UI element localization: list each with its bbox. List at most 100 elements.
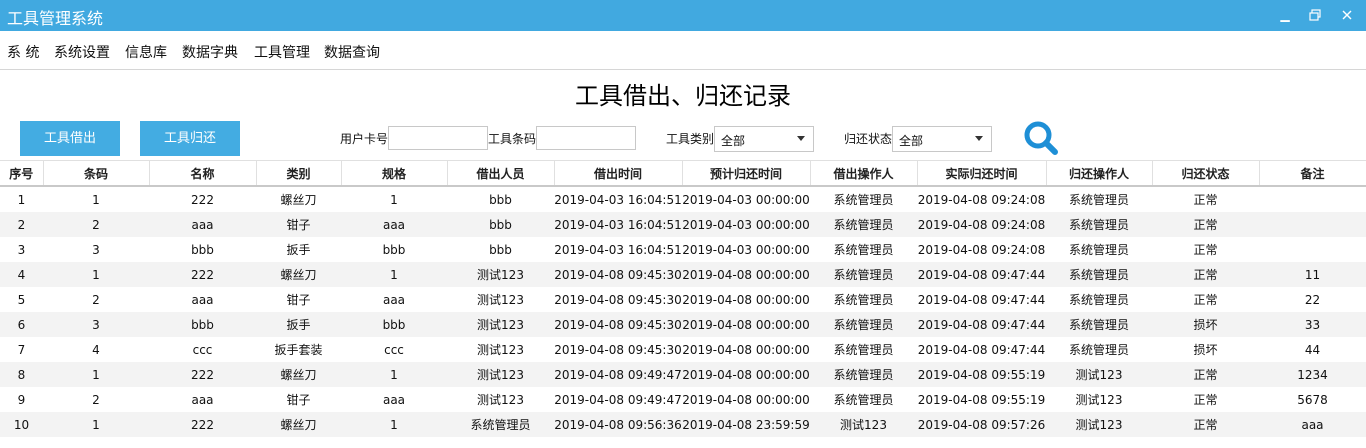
table-row[interactable]: 3 3 bbb 扳手 bbb bbb 2019-04-03 16:04:51 2019-04-…	[0, 237, 1366, 262]
category-select[interactable]: 全部	[714, 126, 814, 152]
table-cell: 系统管理员	[447, 412, 554, 437]
table-cell: 1	[341, 362, 447, 387]
table-cell: 正常	[1193, 293, 1218, 307]
close-icon[interactable]	[1338, 6, 1356, 24]
table-cell: 1	[341, 262, 447, 287]
table-cell: 2019-04-03 16:04:51	[554, 212, 682, 237]
table-cell: 2019-04-03 00:00:00	[682, 242, 810, 257]
category-label: 工具类别	[666, 132, 715, 146]
table-cell: 系统管理员	[1046, 312, 1152, 337]
table-row[interactable]: 1 1 222 螺丝刀 1 bbb 2019-04-03 16:04:51 2019-04-0…	[0, 186, 1366, 212]
card-label: 用户卡号	[340, 132, 389, 146]
col-header-barcode[interactable]: 条码	[43, 160, 150, 187]
table-cell: 2019-04-08 00:00:00	[682, 292, 810, 307]
col-header-name[interactable]: 名称	[149, 160, 257, 187]
col-header-expected-return[interactable]: 预计归还时间	[682, 160, 811, 187]
table-row[interactable]: 10 1 222 螺丝刀 1 系统管理员 2019-04-08 09:56:36 2019-0…	[0, 412, 1366, 437]
table-row[interactable]: 7 4 ccc 扳手套装 ccc 测试123 2019-04-08 09:45:30 2019…	[0, 337, 1366, 362]
menu-data-query[interactable]: 数据查询	[324, 42, 380, 62]
table-cell: 正常	[1193, 393, 1218, 407]
col-header-remark[interactable]: 备注	[1259, 160, 1366, 187]
table-cell: bbb	[447, 212, 554, 237]
table-row[interactable]: 8 1 222 螺丝刀 1 测试123 2019-04-08 09:49:47 2019-04…	[0, 362, 1366, 387]
page-title: 工具借出、归还记录	[575, 82, 791, 110]
barcode-label: 工具条码	[488, 132, 537, 146]
table-cell: 系统管理员	[810, 262, 917, 287]
table-cell: bbb	[382, 242, 406, 257]
table-cell: 系统管理员	[833, 293, 894, 307]
table-cell: 2019-04-08 00:00:00	[682, 312, 810, 337]
table-cell: 2019-04-08 00:00:00	[682, 262, 810, 287]
table-cell: 2019-04-03 00:00:00	[682, 212, 810, 237]
col-header-return-status[interactable]: 归还状态	[1152, 160, 1260, 187]
table-cell: aaa	[191, 292, 214, 307]
table-cell: 螺丝刀	[256, 362, 341, 387]
table-cell: 3	[92, 242, 100, 257]
table-cell: 2	[43, 212, 149, 237]
table-cell: 测试123	[1075, 393, 1123, 407]
table-cell: 1	[43, 262, 149, 287]
table-cell: bbb	[489, 192, 512, 207]
table-cell: 正常	[1193, 193, 1218, 207]
col-header-borrower[interactable]: 借出人员	[447, 160, 555, 187]
table-cell: 钳子	[286, 293, 311, 307]
table-cell: ccc	[192, 342, 213, 357]
table-cell	[1259, 212, 1366, 237]
table-cell: 3	[17, 242, 26, 257]
search-icon[interactable]	[1020, 119, 1062, 157]
table-row[interactable]: 5 2 aaa 钳子 aaa 测试123 2019-04-08 09:45:30 2019-0…	[0, 287, 1366, 312]
col-header-borrow-time[interactable]: 借出时间	[554, 160, 683, 187]
table-cell: 测试123	[810, 412, 917, 437]
col-header-actual-return[interactable]: 实际归还时间	[917, 160, 1047, 187]
col-header-category[interactable]: 类别	[256, 160, 342, 187]
table-cell: 系统管理员	[810, 212, 917, 237]
col-header-spec[interactable]: 规格	[341, 160, 448, 187]
table-cell: 2	[92, 392, 100, 407]
menu-tool-management[interactable]: 工具管理	[254, 42, 310, 62]
table-cell: 正常	[1152, 412, 1259, 437]
table-cell: 扳手	[256, 312, 341, 337]
table-header-row: 序号 条码 名称 类别 规格 借出人员 借出时间 预计归还时间 借出操作人 实际…	[0, 160, 1366, 187]
col-header-borrow-operator[interactable]: 借出操作人	[810, 160, 918, 187]
status-select[interactable]: 全部	[892, 126, 992, 152]
table-cell: 2019-04-08 09:47:44	[917, 262, 1046, 287]
table-cell: 1	[390, 192, 398, 207]
table-cell: 测试123	[447, 362, 554, 387]
table-row[interactable]: 6 3 bbb 扳手 bbb 测试123 2019-04-08 09:45:30 2019-0…	[0, 312, 1366, 337]
table-cell: 1	[92, 192, 100, 207]
table-cell: 2019-04-08 09:45:30	[554, 262, 682, 287]
table-cell: ccc	[384, 342, 404, 357]
table-cell: 2019-04-08 09:24:08	[917, 242, 1046, 257]
table-row[interactable]: 4 1 222 螺丝刀 1 测试123 2019-04-08 09:45:30 2019-04…	[0, 262, 1366, 287]
table-cell: 2019-04-08 09:47:44	[917, 342, 1046, 357]
restore-icon[interactable]	[1306, 6, 1324, 24]
table-cell: 222	[149, 412, 256, 437]
menu-system[interactable]: 系 统	[7, 42, 39, 62]
return-button[interactable]: 工具归还	[140, 121, 240, 156]
table-cell: 44	[1304, 342, 1321, 357]
col-header-index[interactable]: 序号	[0, 160, 44, 187]
menu-info-library[interactable]: 信息库	[125, 42, 167, 62]
table-cell: 系统管理员	[1068, 193, 1129, 207]
menu-settings[interactable]: 系统设置	[54, 42, 110, 62]
card-number-input[interactable]	[388, 126, 488, 150]
window-title: 工具管理系统	[7, 9, 104, 28]
table-cell: aaa	[382, 392, 406, 407]
barcode-input[interactable]	[536, 126, 636, 150]
table-row[interactable]: 9 2 aaa 钳子 aaa 测试123 2019-04-08 09:49:47 2019-0…	[0, 387, 1366, 412]
table-cell: 2019-04-08 09:24:08	[917, 192, 1046, 207]
table-cell: 损坏	[1193, 343, 1218, 357]
status-label: 归还状态	[844, 132, 893, 146]
table-cell: 33	[1259, 312, 1366, 337]
table-cell: 2	[0, 212, 43, 237]
table-row[interactable]: 2 2 aaa 钳子 aaa bbb 2019-04-03 16:04:51 2019-04-…	[0, 212, 1366, 237]
table-cell: 正常	[1193, 243, 1218, 257]
col-header-return-operator[interactable]: 归还操作人	[1046, 160, 1153, 187]
table-cell: 5678	[1297, 392, 1328, 407]
table-cell: 系统管理员	[1068, 293, 1129, 307]
menu-dictionary[interactable]: 数据字典	[182, 42, 238, 62]
borrow-button[interactable]: 工具借出	[20, 121, 120, 156]
minimize-icon[interactable]: ▁	[1276, 6, 1294, 24]
table-cell: aaa	[341, 212, 447, 237]
chevron-down-icon	[797, 136, 805, 141]
